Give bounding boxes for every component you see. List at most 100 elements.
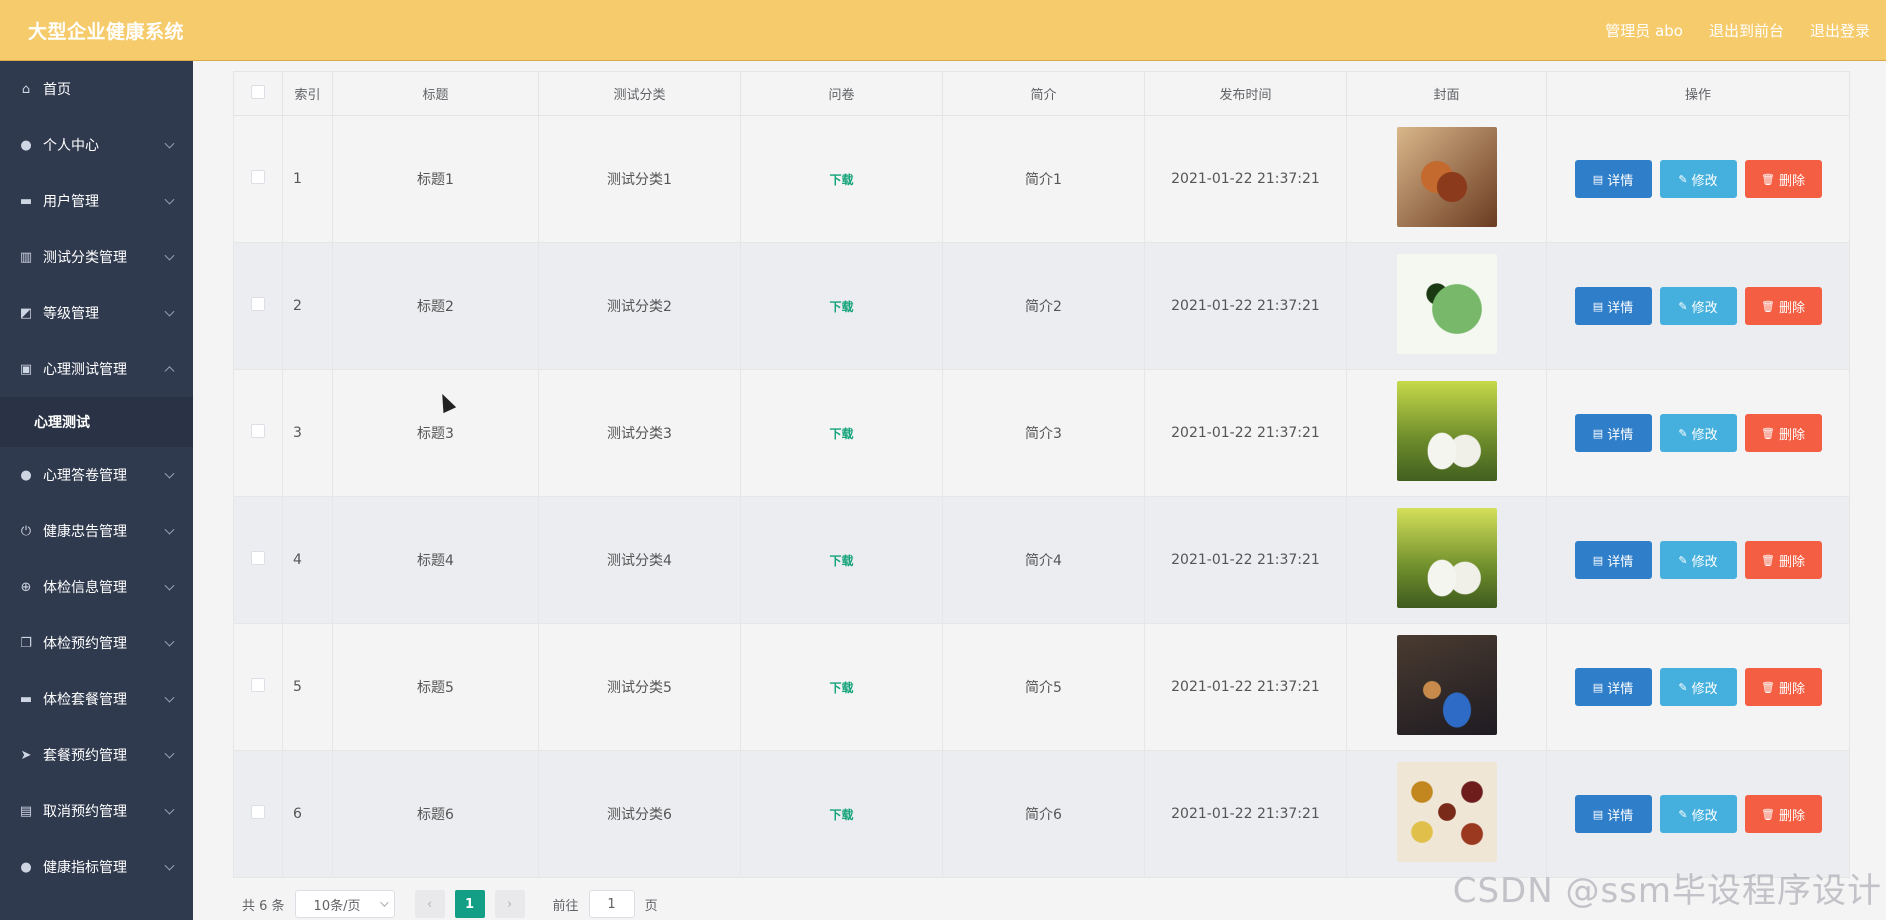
row-checkbox[interactable] — [251, 678, 265, 692]
detail-button-label: 详情 — [1607, 173, 1634, 189]
detail-button-label: 详情 — [1607, 300, 1634, 316]
edit-button[interactable]: ✎ 修改 — [1659, 541, 1737, 579]
sidebar-item-level-management[interactable]: ◩ 等级管理 — [0, 285, 193, 341]
cell-intro: 简介6 — [942, 750, 1145, 878]
cell-index: 6 — [282, 750, 333, 878]
logout-link[interactable]: 退出登录 — [1810, 20, 1870, 41]
trash-icon: 🗑 — [1761, 553, 1775, 567]
detail-button[interactable]: ▤ 详情 — [1574, 160, 1652, 198]
user-icon: ● — [20, 859, 32, 875]
detail-button-label: 详情 — [1607, 554, 1634, 570]
power-icon: ⏻ — [20, 523, 32, 539]
column-header-time: 发布时间 — [1144, 71, 1347, 116]
detail-button[interactable]: ▤ 详情 — [1574, 287, 1652, 325]
pencil-icon: ✎ — [1678, 553, 1688, 567]
delete-button[interactable]: 🗑 删除 — [1744, 287, 1822, 325]
sidebar-item-answer-management[interactable]: ● 心理答卷管理 — [0, 447, 193, 503]
edit-button[interactable]: ✎ 修改 — [1659, 287, 1737, 325]
download-link[interactable]: 下载 — [829, 681, 853, 695]
row-checkbox[interactable] — [251, 297, 265, 311]
trash-icon: 🗑 — [1761, 299, 1775, 313]
detail-button[interactable]: ▤ 详情 — [1574, 668, 1652, 706]
sidebar-item-label: 套餐预约管理 — [43, 748, 127, 764]
download-link[interactable]: 下载 — [829, 554, 853, 568]
chevron-down-icon — [379, 898, 389, 907]
select-all-cell[interactable] — [233, 71, 283, 116]
sidebar-item-test-category[interactable]: ▥ 测试分类管理 — [0, 229, 193, 285]
main-content: 索引 标题 测试分类 问卷 简介 发布时间 封面 操作 1 标题1 测试分类1 … — [193, 61, 1886, 920]
chevron-left-icon: ‹ — [426, 896, 433, 912]
column-header-category: 测试分类 — [538, 71, 741, 116]
table-row: 2 标题2 测试分类2 下载 简介2 2021-01-22 21:37:21 ▤… — [233, 242, 1850, 370]
sidebar-item-psych-test-management[interactable]: ▣ 心理测试管理 — [0, 341, 193, 397]
download-link[interactable]: 下载 — [829, 300, 853, 314]
row-checkbox[interactable] — [251, 551, 265, 565]
prev-page-button[interactable]: ‹ — [414, 890, 445, 918]
delete-button[interactable]: 🗑 删除 — [1744, 541, 1822, 579]
pencil-icon: ✎ — [1678, 426, 1688, 440]
goto-page-input[interactable]: 1 — [588, 890, 635, 918]
users-icon: ▬ — [19, 193, 33, 209]
chevron-down-icon — [164, 692, 175, 703]
delete-button[interactable]: 🗑 删除 — [1744, 414, 1822, 452]
trash-icon: 🗑 — [1761, 172, 1775, 186]
sidebar-item-label: 等级管理 — [43, 306, 99, 322]
content-panel: 索引 标题 测试分类 问卷 简介 发布时间 封面 操作 1 标题1 测试分类1 … — [218, 61, 1864, 920]
edit-button-label: 修改 — [1691, 427, 1718, 443]
cell-title: 标题3 — [332, 369, 539, 497]
sidebar-item-health-index[interactable]: ● 健康指标管理 — [0, 839, 193, 895]
edit-button[interactable]: ✎ 修改 — [1659, 160, 1737, 198]
goto-suffix: 页 — [644, 898, 658, 914]
sidebar-item-personal-center[interactable]: ● 个人中心 — [0, 117, 193, 173]
next-page-button[interactable]: › — [494, 890, 525, 918]
sidebar-subitem-psych-test[interactable]: 心理测试 — [0, 397, 193, 447]
delete-button[interactable]: 🗑 删除 — [1744, 795, 1822, 833]
page-number-current[interactable]: 1 — [454, 890, 485, 918]
delete-button[interactable]: 🗑 删除 — [1744, 668, 1822, 706]
sidebar-item-user-management[interactable]: ▬ 用户管理 — [0, 173, 193, 229]
sidebar-item-cancel-booking[interactable]: ▤ 取消预约管理 — [0, 783, 193, 839]
edit-button[interactable]: ✎ 修改 — [1659, 668, 1737, 706]
download-link[interactable]: 下载 — [829, 173, 853, 187]
chevron-down-icon — [164, 804, 175, 815]
admin-user-link[interactable]: 管理员 abo — [1605, 20, 1683, 41]
package-icon: ▬ — [19, 691, 33, 707]
sidebar-item-checkup-info[interactable]: ⊕ 体检信息管理 — [0, 559, 193, 615]
page-size-value: 10条/页 — [313, 898, 361, 914]
chevron-down-icon — [164, 580, 175, 591]
cover-image — [1396, 635, 1497, 735]
delete-button[interactable]: 🗑 删除 — [1744, 160, 1822, 198]
download-link[interactable]: 下载 — [829, 808, 853, 822]
cell-intro: 简介3 — [942, 369, 1145, 497]
edit-button[interactable]: ✎ 修改 — [1659, 795, 1737, 833]
download-link[interactable]: 下载 — [829, 427, 853, 441]
column-header-index: 索引 — [282, 71, 333, 116]
cell-intro: 简介2 — [942, 242, 1145, 370]
sidebar-item-package-booking[interactable]: ➤ 套餐预约管理 — [0, 727, 193, 783]
exit-to-frontend-link[interactable]: 退出到前台 — [1709, 20, 1784, 41]
column-header-intro: 简介 — [942, 71, 1145, 116]
row-checkbox[interactable] — [251, 170, 265, 184]
select-all-checkbox[interactable] — [251, 84, 265, 99]
row-checkbox[interactable] — [251, 805, 265, 819]
pencil-icon: ✎ — [1678, 299, 1688, 313]
sidebar-item-health-advice[interactable]: ⏻ 健康忠告管理 — [0, 503, 193, 559]
pencil-icon: ✎ — [1678, 680, 1688, 694]
pencil-icon: ✎ — [1678, 807, 1688, 821]
detail-button[interactable]: ▤ 详情 — [1574, 541, 1652, 579]
detail-button[interactable]: ▤ 详情 — [1574, 795, 1652, 833]
column-header-survey: 问卷 — [740, 71, 943, 116]
page-size-select[interactable]: 10条/页 — [294, 890, 395, 918]
edit-button[interactable]: ✎ 修改 — [1659, 414, 1737, 452]
cell-index: 4 — [282, 496, 333, 624]
detail-button[interactable]: ▤ 详情 — [1574, 414, 1652, 452]
cell-category: 测试分类2 — [538, 242, 741, 370]
cell-intro: 简介5 — [942, 623, 1145, 751]
cell-title: 标题2 — [332, 242, 539, 370]
sidebar-item-package-management[interactable]: ▬ 体检套餐管理 — [0, 671, 193, 727]
chevron-down-icon — [164, 250, 175, 261]
sidebar-item-checkup-booking[interactable]: ❐ 体检预约管理 — [0, 615, 193, 671]
table-row: 6 标题6 测试分类6 下载 简介6 2021-01-22 21:37:21 ▤… — [233, 750, 1850, 878]
sidebar-item-home[interactable]: ⌂ 首页 — [0, 61, 193, 117]
row-checkbox[interactable] — [251, 424, 265, 438]
